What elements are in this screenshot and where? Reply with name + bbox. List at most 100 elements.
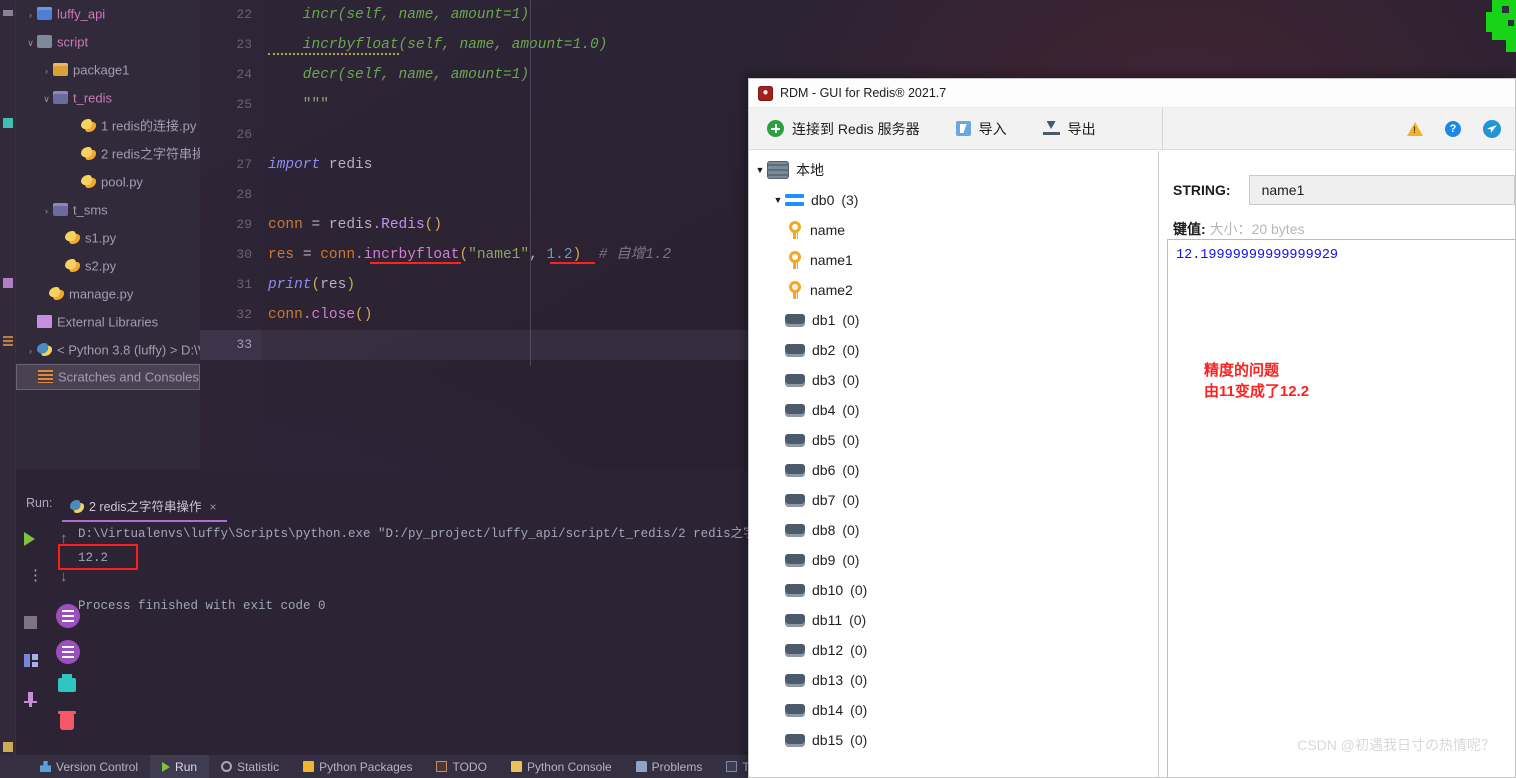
project-tree-item[interactable]: › luffy_api: [16, 0, 200, 28]
telegram-icon[interactable]: [1483, 120, 1501, 138]
project-tree-item[interactable]: Scratches and Consoles: [16, 364, 200, 390]
project-tree-panel[interactable]: › luffy_api ∨ script › package1 ∨ t_redis 1 redi…: [16, 0, 200, 470]
export-button[interactable]: 导出: [1025, 108, 1114, 150]
redis-db-item[interactable]: db14 (0): [749, 695, 1158, 725]
redis-db-item[interactable]: db15 (0): [749, 725, 1158, 755]
status-bar-item-python-console[interactable]: Python Console: [499, 755, 624, 778]
rdm-window[interactable]: RDM - GUI for Redis® 2021.7 连接到 Redis 服务…: [748, 78, 1516, 778]
ide-left-tool-strip[interactable]: Project Structure Bookmarks: [0, 0, 52, 755]
rdm-toolbar[interactable]: 连接到 Redis 服务器 导入 导出 ?: [749, 108, 1515, 150]
chevron-icon[interactable]: ›: [24, 1, 37, 29]
project-tree-item-label: script: [57, 34, 89, 50]
rdm-toolbar-right[interactable]: ?: [1407, 108, 1501, 150]
redis-db-label: db14: [812, 702, 844, 718]
chevron-icon[interactable]: ›: [40, 197, 53, 225]
redis-db-item[interactable]: db7 (0): [749, 485, 1158, 515]
redis-db-label: db3: [812, 372, 836, 388]
line-number: 29: [236, 217, 252, 232]
redis-db-item[interactable]: db5 (0): [749, 425, 1158, 455]
redis-key-item[interactable]: name2: [749, 275, 1158, 305]
redis-database-tree[interactable]: ▼ 本地 ▼ db0 (3) name name1 name2 db1 (0) db2 (0) db…: [749, 151, 1159, 777]
todo-icon: [436, 761, 448, 772]
branch-icon: [40, 761, 51, 772]
redis-db-key-count: (3): [841, 192, 859, 208]
run-tab[interactable]: 2 redis之字符串操作 ×: [62, 492, 227, 522]
project-tree-item[interactable]: 1 redis的连接.py: [16, 112, 200, 140]
database-icon: [785, 433, 805, 447]
status-bar-item-version-control[interactable]: Version Control: [28, 755, 150, 778]
close-icon[interactable]: ×: [210, 500, 217, 514]
library-strip-icon[interactable]: [3, 278, 13, 288]
project-tree-item[interactable]: s1.py: [16, 224, 200, 252]
chevron-down-icon[interactable]: ▼: [771, 195, 785, 205]
line-number: 22: [236, 7, 252, 22]
terminal-icon: [726, 761, 738, 772]
warning-icon[interactable]: [1407, 122, 1423, 136]
database-list[interactable]: ▼ db0 (3) name name1 name2 db1 (0) db2 (0) db3 (0) d…: [749, 185, 1158, 755]
project-tree-item[interactable]: ∨ script: [16, 28, 200, 56]
pin-tab-button[interactable]: [24, 692, 44, 712]
redis-db-item[interactable]: db4 (0): [749, 395, 1158, 425]
project-files-icon[interactable]: [3, 10, 13, 16]
redis-db-item[interactable]: db8 (0): [749, 515, 1158, 545]
tree-root-item[interactable]: ▼ 本地: [749, 155, 1158, 185]
project-tree-item[interactable]: › < Python 3.8 (luffy) > D:\Vir: [16, 336, 200, 364]
status-bar-item-todo[interactable]: TODO: [424, 755, 498, 778]
chevron-icon[interactable]: ∨: [40, 85, 53, 113]
redis-db-item[interactable]: db9 (0): [749, 545, 1158, 575]
project-tree-item[interactable]: pool.py: [16, 168, 200, 196]
import-button[interactable]: 导入: [938, 108, 1025, 150]
bookmark-strip-icon[interactable]: [3, 742, 13, 752]
redis-key-item[interactable]: name: [749, 215, 1158, 245]
project-tree-item[interactable]: s2.py: [16, 252, 200, 280]
redis-db-item[interactable]: db1 (0): [749, 305, 1158, 335]
more-options-button[interactable]: ⋮: [28, 568, 48, 592]
keyval-label: 键值:: [1173, 221, 1206, 237]
redis-db-label: db11: [812, 612, 843, 628]
redis-db-label: db2: [812, 342, 836, 358]
redis-db-item[interactable]: db3 (0): [749, 365, 1158, 395]
database-icon: [785, 703, 805, 717]
redis-db-item[interactable]: db13 (0): [749, 665, 1158, 695]
status-bar-item-label: TODO: [452, 759, 487, 774]
redis-db-item[interactable]: db2 (0): [749, 335, 1158, 365]
stop-button[interactable]: [24, 616, 44, 636]
status-bar-item-problems[interactable]: Problems: [624, 755, 715, 778]
project-tree-item[interactable]: 2 redis之字符串操作.py: [16, 140, 200, 168]
status-bar-item-run[interactable]: Run: [150, 755, 210, 778]
redis-db-item[interactable]: db10 (0): [749, 575, 1158, 605]
project-tree-item-label: 1 redis的连接.py: [101, 118, 197, 134]
connect-to-redis-server-button[interactable]: 连接到 Redis 服务器: [749, 108, 938, 150]
layout-settings-button[interactable]: [24, 654, 44, 674]
editor-gutter: 22 23 24 25 26 27 28 29 30 31 32 33: [200, 0, 262, 470]
key-name-input[interactable]: name1: [1248, 175, 1515, 205]
run-toolbar-left[interactable]: ⋮: [18, 522, 54, 742]
help-icon[interactable]: ?: [1445, 121, 1461, 137]
rerun-button[interactable]: [24, 532, 44, 552]
status-bar-item-label: Problems: [651, 759, 703, 774]
status-bar-item-python-packages[interactable]: Python Packages: [291, 755, 424, 778]
rdm-logo-icon: [758, 85, 773, 101]
status-bar-item-statistic[interactable]: Statistic: [209, 755, 291, 778]
project-tree-item[interactable]: ∨ t_redis: [16, 84, 200, 112]
project-tree-item[interactable]: External Libraries: [16, 308, 200, 336]
project-tree-item[interactable]: › t_sms: [16, 196, 200, 224]
project-tree-item-label: External Libraries: [57, 314, 159, 330]
redis-db-item[interactable]: db11 (0): [749, 605, 1158, 635]
chevron-icon[interactable]: ›: [40, 57, 53, 85]
redis-db-item[interactable]: ▼ db0 (3): [749, 185, 1158, 215]
redis-db-item[interactable]: db6 (0): [749, 455, 1158, 485]
redis-key-item[interactable]: name1: [749, 245, 1158, 275]
chevron-icon[interactable]: ›: [24, 337, 37, 365]
project-tree-item[interactable]: manage.py: [16, 280, 200, 308]
redis-db-key-count: (0): [842, 432, 860, 448]
redis-db-label: db15: [812, 732, 844, 748]
scratch-strip-icon[interactable]: [3, 336, 13, 346]
redis-db-item[interactable]: db12 (0): [749, 635, 1158, 665]
redis-db-label: db12: [812, 642, 844, 658]
value-textarea[interactable]: 12.19999999999999929 精度的问题 由11变成了12.2 CS…: [1167, 239, 1515, 777]
project-tree-item[interactable]: › package1: [16, 56, 200, 84]
chevron-icon[interactable]: ∨: [24, 29, 37, 57]
database-icon: [785, 523, 805, 537]
chevron-down-icon[interactable]: ▼: [753, 165, 767, 175]
